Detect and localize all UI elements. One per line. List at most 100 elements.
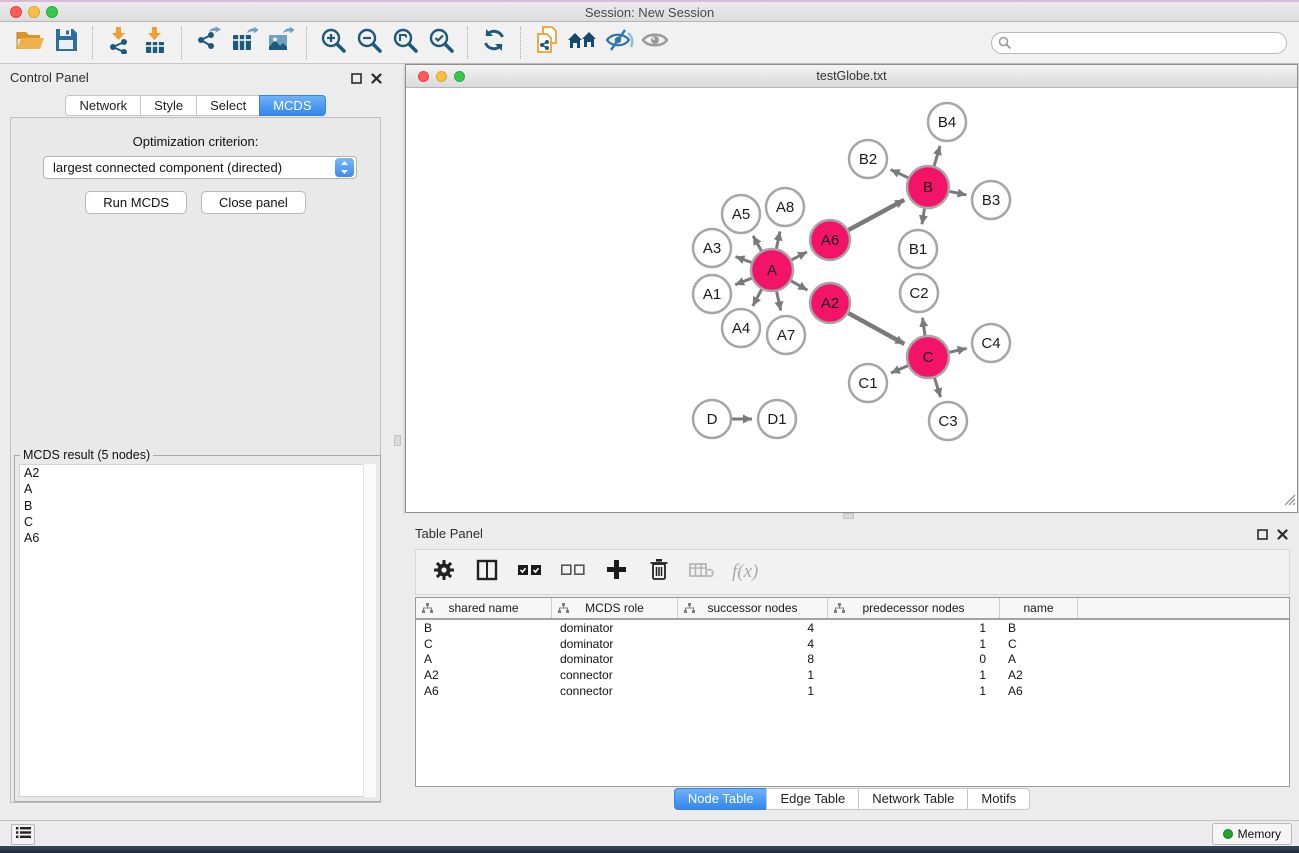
table-cell: A6	[1000, 684, 1078, 698]
zoom-in-button[interactable]	[315, 26, 351, 60]
export-image-button[interactable]	[262, 26, 298, 60]
add-column-button[interactable]	[603, 559, 629, 585]
deselect-all-button[interactable]	[560, 559, 586, 585]
mcds-list-scrollbar[interactable]	[363, 464, 376, 797]
graph-node-C4[interactable]: C4	[972, 324, 1010, 362]
graph-node-A6[interactable]: A6	[810, 220, 850, 260]
tab-style[interactable]: Style	[140, 95, 197, 116]
delete-table-button[interactable]	[689, 559, 715, 585]
close-panel-button[interactable]: Close panel	[201, 191, 306, 214]
import-network-icon	[105, 26, 133, 59]
graph-node-B[interactable]: B	[907, 166, 949, 208]
graph-node-A1[interactable]: A1	[693, 275, 731, 313]
panel-list-button[interactable]	[11, 824, 35, 845]
select-all-button[interactable]	[517, 559, 543, 585]
table-row[interactable]: A2connector11A2	[416, 667, 1289, 683]
graph-node-B3[interactable]: B3	[972, 181, 1010, 219]
graph-node-C2[interactable]: C2	[900, 274, 938, 312]
column-header[interactable]: shared name	[416, 598, 552, 618]
export-network-button[interactable]	[190, 26, 226, 60]
titlebar[interactable]: Session: New Session	[0, 2, 1299, 22]
hide-selected-button[interactable]	[601, 26, 637, 60]
eye-icon	[640, 28, 670, 57]
graph-node-A2[interactable]: A2	[810, 283, 850, 323]
tab-mcds[interactable]: MCDS	[259, 95, 325, 116]
tab-motifs[interactable]: Motifs	[967, 788, 1030, 810]
graph-node-B4[interactable]: B4	[928, 103, 966, 141]
vertical-splitter[interactable]	[391, 64, 405, 820]
graph-node-C1[interactable]: C1	[849, 364, 887, 402]
table-cell: 0	[828, 652, 1000, 666]
svg-text:A8: A8	[776, 199, 794, 216]
network-canvas[interactable]: B4 B2 B B3 A5 A8 A6 A3 B1 A A1 A2 C2 A4A7 C C4 C1 C3 D D1	[406, 89, 1297, 512]
column-header[interactable]: MCDS role	[552, 598, 678, 618]
splitter-grip[interactable]	[843, 513, 854, 519]
graph-node-A3[interactable]: A3	[693, 229, 731, 267]
tab-select[interactable]: Select	[196, 95, 260, 116]
toolbar-separator	[92, 27, 93, 59]
refresh-layout-button[interactable]	[476, 26, 512, 60]
zoom-fit-icon	[392, 27, 419, 59]
resize-grip-icon[interactable]	[1283, 493, 1296, 511]
table-row[interactable]: A6connector11A6	[416, 683, 1289, 699]
mcds-result-item[interactable]: A2	[20, 465, 375, 481]
toolbar-separator	[467, 27, 468, 59]
close-panel-icon[interactable]	[371, 71, 382, 89]
run-mcds-button[interactable]: Run MCDS	[85, 191, 187, 214]
search-input[interactable]	[991, 32, 1287, 54]
svg-text:C4: C4	[981, 335, 1000, 352]
tab-edge-table[interactable]: Edge Table	[766, 788, 859, 810]
graph-node-C[interactable]: C	[907, 336, 949, 378]
table-row[interactable]: Adominator80A	[416, 652, 1289, 668]
network-window-titlebar[interactable]: testGlobe.txt	[406, 65, 1297, 88]
graph-node-B2[interactable]: B2	[849, 140, 887, 178]
show-all-views-button[interactable]	[565, 26, 601, 60]
splitter-grip[interactable]	[394, 435, 401, 446]
function-builder-button[interactable]: f(x)	[732, 559, 758, 585]
graph-node-A5[interactable]: A5	[722, 195, 760, 233]
horizontal-splitter[interactable]	[405, 513, 1299, 520]
graph-node-A7[interactable]: A7	[767, 316, 805, 354]
zoom-fit-button[interactable]	[387, 26, 423, 60]
clone-network-button[interactable]	[529, 26, 565, 60]
show-column-button[interactable]	[474, 559, 500, 585]
close-panel-icon[interactable]	[1277, 527, 1288, 545]
table-settings-button[interactable]	[431, 559, 457, 585]
memory-button[interactable]: Memory	[1212, 823, 1292, 845]
import-table-button[interactable]	[137, 26, 173, 60]
graph-node-A4[interactable]: A4	[722, 309, 760, 347]
zoom-out-button[interactable]	[351, 26, 387, 60]
graph-node-B1[interactable]: B1	[899, 230, 937, 268]
fx-icon: f(x)	[732, 561, 758, 583]
criterion-dropdown[interactable]: largest connected component (directed)	[43, 156, 357, 179]
save-session-button[interactable]	[48, 26, 84, 60]
float-panel-icon[interactable]	[351, 71, 362, 89]
open-session-button[interactable]	[12, 26, 48, 60]
mcds-result-item[interactable]: A6	[20, 530, 375, 546]
export-table-button[interactable]	[226, 26, 262, 60]
graph-node-C3[interactable]: C3	[929, 402, 967, 440]
zoom-selected-button[interactable]	[423, 26, 459, 60]
svg-text:D1: D1	[767, 411, 786, 428]
column-header[interactable]: name	[1000, 598, 1078, 618]
svg-text:D: D	[707, 411, 718, 428]
table-row[interactable]: Bdominator41B	[416, 620, 1289, 636]
column-header[interactable]: predecessor nodes	[828, 598, 1000, 618]
mcds-result-item[interactable]: B	[20, 498, 375, 514]
tab-network[interactable]: Network	[65, 95, 141, 116]
table-row[interactable]: Cdominator41C	[416, 636, 1289, 652]
graph-node-A[interactable]: A	[751, 249, 793, 291]
graph-node-A8[interactable]: A8	[766, 188, 804, 226]
show-eye-button[interactable]	[637, 26, 673, 60]
mcds-result-item[interactable]: A	[20, 481, 375, 497]
column-header[interactable]: successor nodes	[678, 598, 828, 618]
mcds-result-item[interactable]: C	[20, 514, 375, 530]
tab-node-table[interactable]: Node Table	[674, 788, 768, 810]
graph-node-D[interactable]: D	[693, 400, 731, 438]
import-network-button[interactable]	[101, 26, 137, 60]
graph-node-D1[interactable]: D1	[758, 400, 796, 438]
tab-network-table[interactable]: Network Table	[858, 788, 968, 810]
float-panel-icon[interactable]	[1257, 527, 1268, 545]
gear-icon	[433, 559, 455, 586]
delete-column-button[interactable]	[646, 559, 672, 585]
